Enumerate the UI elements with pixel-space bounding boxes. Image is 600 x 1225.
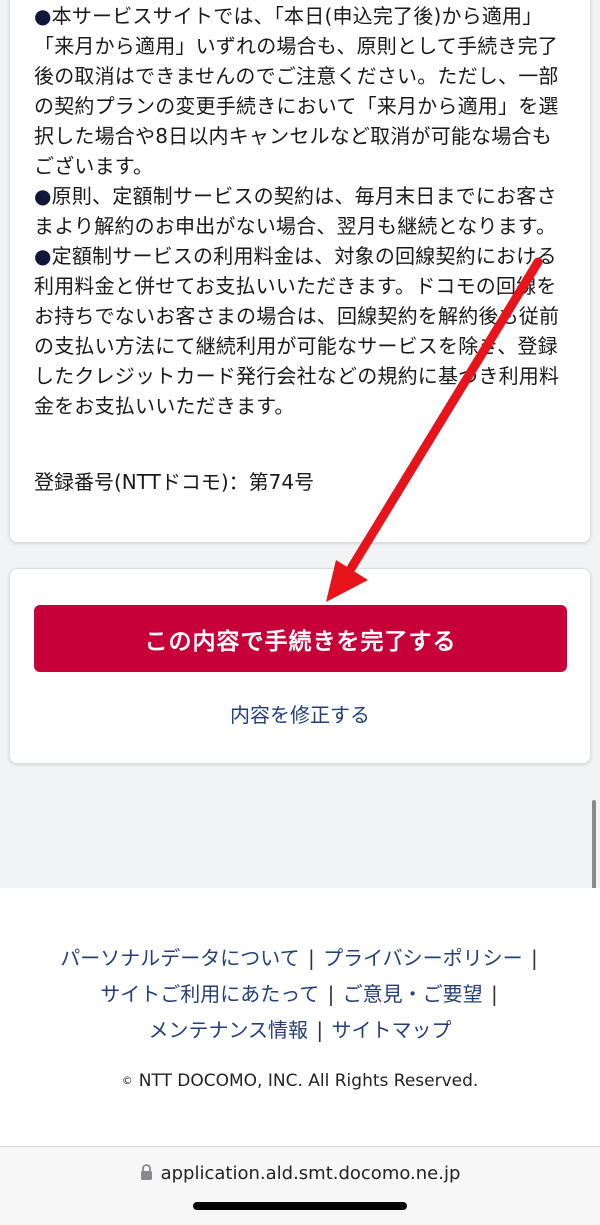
footer-link-maintenance[interactable]: メンテナンス情報 — [148, 1018, 308, 1042]
notes-list: ●本サービスサイトでは、「本日(申込完了後)から適用」「来月から適用」いずれの場… — [34, 1, 570, 421]
copyright: © NTT DOCOMO, INC. All Rights Reserved. — [0, 1071, 600, 1091]
note-text: 原則、定額制サービスの契約は、毎月末日までにお客さまより解約のお申出がない場合、… — [34, 184, 557, 238]
note-item: ●本サービスサイトでは、「本日(申込完了後)から適用」「来月から適用」いずれの場… — [34, 1, 570, 181]
bullet-icon: ● — [34, 244, 52, 268]
url-text: application.ald.smt.docomo.ne.jp — [160, 1163, 461, 1184]
footer-separator: | — [307, 946, 315, 970]
registration-number: 登録番号(NTTドコモ)：第74号 — [34, 470, 315, 494]
url-display[interactable]: application.ald.smt.docomo.ne.jp — [0, 1163, 600, 1186]
footer-separator: | — [327, 982, 335, 1006]
footer-links: パーソナルデータについて | プライバシーポリシー | サイトご利用にあたって … — [0, 940, 600, 1048]
note-item: ●定額制サービスの利用料金は、対象の回線契約における利用料金と併せてお支払いいた… — [34, 241, 570, 421]
copyright-text: NTT DOCOMO, INC. All Rights Reserved. — [138, 1071, 479, 1091]
footer-link-privacy-policy[interactable]: プライバシーポリシー — [323, 946, 523, 970]
bullet-icon: ● — [34, 184, 52, 208]
note-item: ●原則、定額制サービスの契約は、毎月末日までにお客さまより解約のお申出がない場合… — [34, 181, 570, 241]
complete-procedure-button[interactable]: この内容で手続きを完了する — [34, 605, 567, 672]
note-text: 本サービスサイトでは、「本日(申込完了後)から適用」「来月から適用」いずれの場合… — [34, 4, 559, 178]
edit-content-link[interactable]: 内容を修正する — [10, 699, 590, 728]
browser-url-bar[interactable]: application.ald.smt.docomo.ne.jp — [0, 1146, 600, 1225]
lock-icon — [140, 1164, 153, 1186]
footer-link-site-terms[interactable]: サイトご利用にあたって — [100, 982, 319, 1006]
footer-link-personal-data[interactable]: パーソナルデータについて — [60, 946, 299, 970]
footer-separator: | — [531, 946, 538, 970]
site-footer: パーソナルデータについて | プライバシーポリシー | サイトご利用にあたって … — [0, 888, 600, 1146]
bullet-icon: ● — [34, 4, 52, 28]
footer-separator: | — [316, 1018, 324, 1042]
copyright-icon: © — [121, 1074, 133, 1087]
note-text: 定額制サービスの利用料金は、対象の回線契約における利用料金と併せてお支払いいただ… — [34, 244, 560, 418]
terms-card: ●本サービスサイトでは、「本日(申込完了後)から適用」「来月から適用」いずれの場… — [9, 0, 591, 543]
footer-separator: | — [491, 982, 498, 1006]
action-card: この内容で手続きを完了する 内容を修正する — [9, 568, 591, 764]
footer-link-feedback[interactable]: ご意見・ご要望 — [343, 982, 483, 1006]
footer-link-sitemap[interactable]: サイトマップ — [332, 1018, 452, 1042]
home-indicator[interactable] — [193, 1202, 407, 1210]
